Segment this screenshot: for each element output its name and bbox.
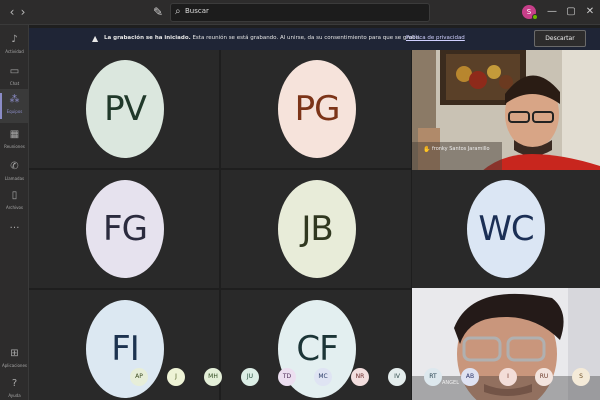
banner-bold-text: La grabación se ha iniciado.: [104, 35, 191, 41]
participant-initials: JB: [278, 180, 356, 278]
participant-tile[interactable]: PG: [221, 50, 411, 168]
banner-text: La grabación se ha iniciado. Esta reunió…: [104, 35, 421, 41]
compose-icon[interactable]: ✎: [151, 5, 165, 19]
participant-name: ANGEL: [442, 380, 459, 386]
phone-icon: ✆: [10, 161, 19, 172]
participant-initials: PV: [86, 60, 164, 158]
rail-item-aplicaciones[interactable]: ⊞ Aplicaciones: [0, 343, 29, 377]
meeting-stage: PV PG ✋ fronky Santos Jaramillo FG JB WC…: [29, 50, 600, 400]
participant-initials: FI: [86, 300, 164, 398]
banner-message: Esta reunión se está grabando. Al unirse…: [192, 35, 421, 41]
presence-available-icon: [532, 14, 538, 20]
chat-icon: ▭: [9, 66, 20, 77]
more-icon: …: [9, 220, 20, 231]
rail-label: Chat: [9, 81, 20, 86]
recording-banner: ▲ La grabación se ha iniciado. Esta reun…: [29, 28, 600, 50]
participant-video-tile[interactable]: ✋ fronky Santos Jaramillo: [412, 50, 600, 171]
participant-chip[interactable]: AP: [130, 368, 148, 386]
rail-label: Llamadas: [4, 176, 25, 181]
rail-item-equipos[interactable]: ⁂ Equipos: [0, 89, 29, 123]
participant-chip[interactable]: IV: [388, 368, 406, 386]
bell-icon: ♪: [11, 34, 18, 45]
rail-label: Actividad: [5, 49, 24, 54]
file-icon: ▯: [11, 190, 18, 201]
search-box[interactable]: ⌕ Buscar: [170, 3, 430, 22]
help-icon: ?: [11, 378, 18, 389]
rail-item-reuniones[interactable]: ▦ Reuniones: [0, 124, 29, 158]
privacy-policy-link[interactable]: Política de privacidad: [406, 35, 465, 41]
teams-meeting-window: ‹ › ✎ ⌕ Buscar S — ▢ ✕ ♪ Actividad ▭ Cha…: [0, 0, 600, 400]
participant-chip[interactable]: RT: [424, 368, 442, 386]
rail-label: Archivos: [5, 205, 24, 210]
participant-chip[interactable]: J: [167, 368, 185, 386]
rail-item-ayuda[interactable]: ? Ayuda: [0, 373, 29, 400]
participant-chip[interactable]: NR: [351, 368, 369, 386]
calendar-icon: ▦: [9, 129, 20, 140]
participant-initials: PG: [278, 60, 356, 158]
dismiss-button[interactable]: Descartar: [534, 30, 586, 47]
participant-chip[interactable]: MC: [314, 368, 332, 386]
participant-chip[interactable]: JU: [241, 368, 259, 386]
search-placeholder: Buscar: [185, 7, 209, 15]
participant-tile[interactable]: WC: [412, 170, 600, 288]
apps-icon: ⊞: [10, 348, 19, 359]
participant-chip[interactable]: MH: [204, 368, 222, 386]
participant-chip[interactable]: TD: [278, 368, 296, 386]
participant-initials: WC: [467, 180, 545, 278]
info-icon: ▲: [92, 34, 99, 43]
app-rail: ♪ Actividad ▭ Chat ⁂ Equipos ▦ Reuniones…: [0, 25, 29, 400]
participant-tile[interactable]: FG: [29, 170, 219, 288]
close-button[interactable]: ✕: [584, 5, 596, 19]
rail-label: Reuniones: [4, 144, 25, 149]
participant-tile[interactable]: JB: [221, 170, 411, 288]
rail-item-actividad[interactable]: ♪ Actividad: [0, 29, 29, 63]
rail-item-more[interactable]: …: [0, 215, 29, 249]
rail-label: Aplicaciones: [2, 363, 27, 368]
participant-chip[interactable]: S: [572, 368, 590, 386]
raise-hand-icon: ✋: [423, 146, 431, 153]
teams-icon: ⁂: [9, 94, 20, 105]
forward-button[interactable]: ›: [17, 5, 29, 19]
participant-chip[interactable]: RU: [535, 368, 553, 386]
minimize-button[interactable]: —: [546, 5, 558, 19]
rail-label: Equipos: [6, 109, 23, 114]
participant-initials: FG: [86, 180, 164, 278]
participant-video: [412, 50, 600, 171]
participant-chip[interactable]: AB: [461, 368, 479, 386]
title-bar: ‹ › ✎ ⌕ Buscar S — ▢ ✕: [0, 0, 600, 25]
participant-chip[interactable]: I: [499, 368, 517, 386]
participant-name: fronky Santos Jaramillo: [432, 146, 490, 152]
rail-label: Ayuda: [8, 393, 21, 398]
rail-item-archivos[interactable]: ▯ Archivos: [0, 185, 29, 219]
participant-tile[interactable]: FI: [29, 290, 219, 400]
participant-tile[interactable]: PV: [29, 50, 219, 168]
maximize-button[interactable]: ▢: [565, 5, 577, 19]
